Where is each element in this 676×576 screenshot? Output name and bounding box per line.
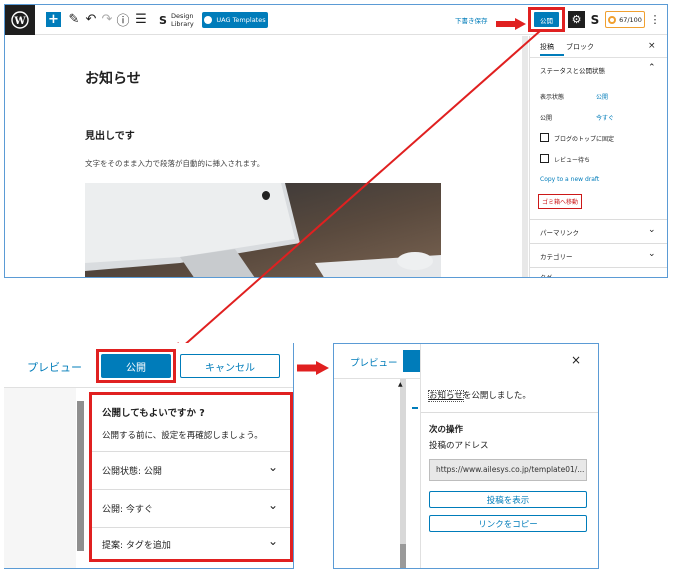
postpublish-panel: プレビュー ▲ × お知らせを公開しました。 次の操作 投稿のアドレス http… — [333, 343, 599, 569]
prepublish-row-label: 公開状態: 公開 — [102, 467, 162, 477]
view-post-button[interactable]: 投稿を表示 — [429, 491, 587, 508]
prepublish-panel: プレビュー 公開 キャンセル 公開してもよいですか ? 公開する前に、設定を再確… — [4, 343, 294, 569]
publish-description: 公開する前に、設定を再確認しましょう。 — [102, 431, 263, 441]
checks-highlight: 公開してもよいですか ? 公開する前に、設定を再確認しましょう。 公開状態: 公… — [89, 392, 293, 562]
scrollbar-track[interactable] — [400, 379, 406, 568]
published-suffix: を公開しました。 — [462, 391, 531, 401]
postpublish-sidebar: × お知らせを公開しました。 次の操作 投稿のアドレス https://www.… — [420, 344, 598, 568]
post-address-label: 投稿のアドレス — [429, 441, 489, 451]
prepublish-row-label: 提案: タグを追加 — [102, 541, 171, 551]
chevron-down-icon: ⌄ — [268, 534, 279, 548]
chevron-down-icon: ⌄ — [268, 460, 279, 474]
published-message: お知らせを公開しました。 — [428, 389, 594, 402]
scrollbar-thumb[interactable] — [400, 544, 406, 568]
cancel-button[interactable]: キャンセル — [180, 354, 280, 378]
prepublish-row-label: 公開: 今すぐ — [102, 505, 153, 515]
prepublish-row-visibility[interactable]: 公開状態: 公開 ⌄ — [92, 451, 290, 489]
scrollbar-thumb[interactable] — [77, 401, 84, 551]
next-actions-section: 次の操作 投稿のアドレス https://www.ailesys.co.jp/t… — [421, 412, 598, 568]
prepublish-row-schedule[interactable]: 公開: 今すぐ ⌄ — [92, 489, 290, 527]
copy-link-button[interactable]: リンクをコピー — [429, 515, 587, 532]
publish-question: 公開してもよいですか ? — [102, 408, 205, 419]
publish-button-partial[interactable] — [403, 350, 421, 372]
confirm-publish-button[interactable]: 公開 — [101, 354, 171, 378]
preview-button[interactable]: プレビュー — [27, 359, 87, 375]
prepublish-header: プレビュー 公開 キャンセル — [4, 343, 293, 388]
annotation-arrow-right — [297, 361, 329, 375]
close-icon[interactable]: × — [571, 353, 583, 367]
post-title-link[interactable]: お知らせ — [428, 390, 464, 402]
prepublish-row-tags[interactable]: 提案: タグを追加 ⌄ — [92, 527, 290, 559]
scroll-up-icon[interactable]: ▲ — [398, 381, 408, 388]
chevron-down-icon: ⌄ — [268, 498, 279, 512]
editor-edge-accent — [412, 407, 418, 409]
left-gray-area — [4, 388, 76, 568]
preview-button[interactable]: プレビュー — [350, 355, 410, 369]
post-url-field[interactable]: https://www.ailesys.co.jp/template01/... — [429, 459, 587, 481]
next-actions-title: 次の操作 — [429, 425, 464, 435]
